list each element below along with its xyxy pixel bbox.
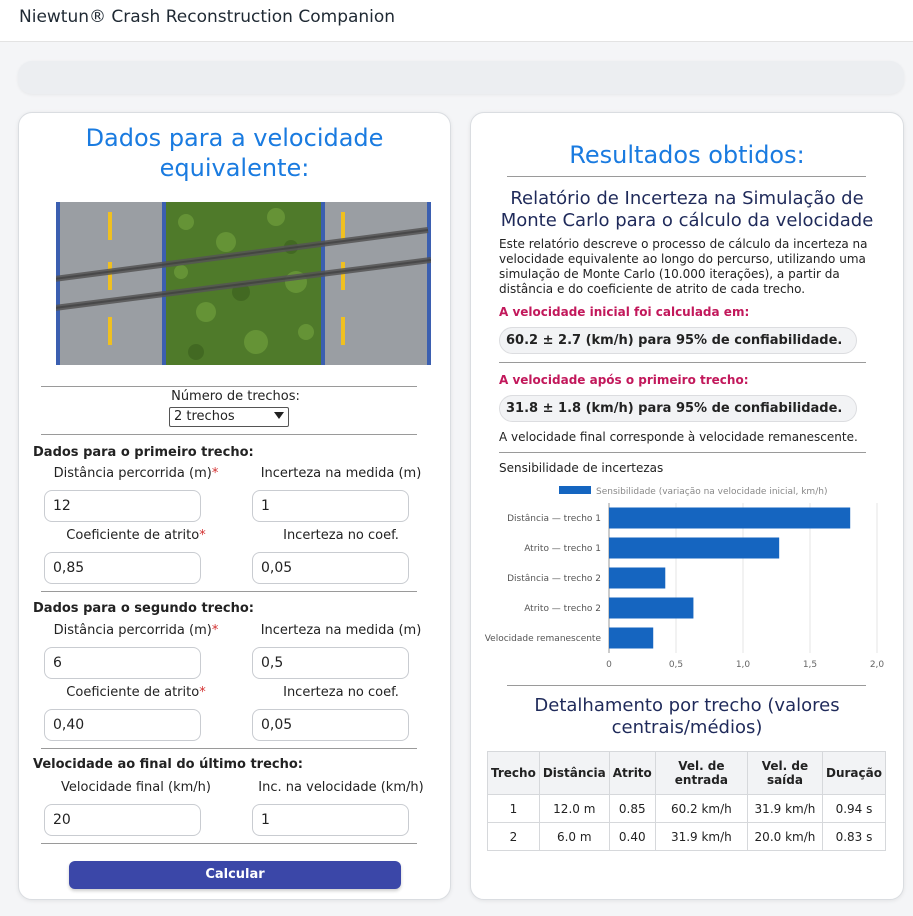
table-header: Duração [822,751,886,795]
table-cell: 2 [487,822,540,851]
table-row: 2 6.0 m 0.40 31.9 km/h 20.0 km/h 0.83 s [487,822,886,851]
table-header: Vel. de entrada [654,751,748,795]
category-label: Distância — trecho 1 [507,514,601,524]
road-skid-illustration [56,202,431,365]
x-tick-label: 1,0 [736,660,751,670]
bar [609,627,654,649]
sensitivity-title: Sensibilidade de incertezas [499,461,664,475]
initial-velocity-result: 60.2 ± 2.7 (km/h) para 95% de confiabili… [499,327,857,354]
x-tick-label: 1,5 [803,660,817,670]
section1-coef-label: Coeficiente de atrito* [66,528,206,543]
section1-incert-coef-label: Incerteza no coef. [283,528,399,543]
divider [41,748,417,749]
category-label: Atrito — trecho 2 [524,604,601,614]
divider [41,386,417,387]
category-label: Velocidade remanescente [485,634,602,644]
section2-dist-input[interactable]: 6 [44,647,201,679]
section1-coef-input[interactable]: 0,85 [44,552,201,584]
table-cell: 0.94 s [822,794,886,823]
num-trechos-label: Número de trechos: [171,389,300,404]
table-cell: 0.40 [608,822,656,851]
after-first-label: A velocidade após o primeiro trecho: [499,373,749,387]
table-cell: 12.0 m [538,794,610,823]
section2-incert-coef-label: Incerteza no coef. [283,685,399,700]
section1-dist-label: Distância percorrida (m)* [53,466,219,481]
sensitivity-chart: Sensibilidade (variação na velocidade in… [485,486,885,670]
input-panel-title: Dados para a velocidade equivalente: [85,124,384,182]
legend-label: Sensibilidade (variação na velocidade in… [596,487,827,497]
chevron-down-icon [274,412,284,419]
calculate-button[interactable]: Calcular [69,861,401,889]
results-panel: Resultados obtidos: Relatório de Incerte… [470,112,904,900]
bar [609,567,666,589]
section1-incert-coef-input[interactable]: 0,05 [252,552,409,584]
num-trechos-value: 2 trechos [174,409,235,424]
section2-coef-input[interactable]: 0,40 [44,709,201,741]
section2-incert-input[interactable]: 0,5 [252,647,409,679]
divider [507,176,866,177]
bar [609,537,780,559]
table-cell: 60.2 km/h [654,794,748,823]
x-tick-label: 0,5 [669,660,683,670]
category-label: Distância — trecho 2 [507,574,601,584]
divider [41,434,417,435]
initial-velocity-label: A velocidade inicial foi calculada em: [499,305,750,319]
status-bar [18,61,904,94]
final-vel-inc-label: Inc. na velocidade (km/h) [258,780,424,795]
num-trechos-select[interactable]: 2 trechos [169,407,289,427]
detail-table: Trecho Distância Atrito Vel. de entrada Vel.… [487,751,886,851]
section2-incert-coef-input[interactable]: 0,05 [252,709,409,741]
final-vel-inc-input[interactable]: 1 [252,804,409,836]
bar [609,507,851,529]
table-header: Distância [538,751,610,795]
divider [507,685,866,686]
table-cell: 0.85 [608,794,656,823]
divider [41,591,417,592]
table-cell: 0.83 s [822,822,886,851]
table-cell: 20.0 km/h [746,822,824,851]
report-title: Relatório de Incerteza na Simulação de M… [500,188,874,231]
divider [499,452,866,453]
section2-incert-label: Incerteza na medida (m) [260,623,422,638]
table-cell: 1 [487,794,540,823]
section1-incert-label: Incerteza na medida (m) [260,466,422,481]
section2-coef-label: Coeficiente de atrito* [66,685,206,700]
after-first-result: 31.8 ± 1.8 (km/h) para 95% de confiabili… [499,395,857,422]
table-header: Atrito [608,751,656,795]
table-header: Trecho [487,751,540,795]
table-cell: 6.0 m [538,822,610,851]
table-header: Vel. de saída [746,751,824,795]
category-label: Atrito — trecho 1 [524,544,601,554]
section1-dist-input[interactable]: 12 [44,490,201,522]
final-vel-input[interactable]: 20 [44,804,201,836]
table-cell: 31.9 km/h [746,794,824,823]
x-tick-label: 0 [606,660,612,670]
section1-incert-input[interactable]: 1 [252,490,409,522]
top-bar: Niewtun® Crash Reconstruction Companion [0,0,913,42]
section2-title: Dados para o segundo trecho: [33,601,254,616]
divider [41,843,417,844]
divider [499,362,866,363]
x-tick-label: 2,0 [870,660,885,670]
section1-title: Dados para o primeiro trecho: [33,445,254,460]
section3-title: Velocidade ao final do último trecho: [33,757,303,772]
detail-title: Detalhamento por trecho (valores centrai… [534,695,840,738]
input-panel: Dados para a velocidade equivalente: Núm… [18,112,451,900]
results-title: Resultados obtidos: [569,141,805,169]
table-cell: 31.9 km/h [654,822,748,851]
table-row: 1 12.0 m 0.85 60.2 km/h 31.9 km/h 0.94 s [487,794,886,823]
final-velocity-note: A velocidade final corresponde à velocid… [499,430,858,444]
section2-dist-label: Distância percorrida (m)* [53,623,219,638]
final-vel-label: Velocidade final (km/h) [61,780,211,795]
legend-swatch [559,486,591,494]
app-title: Niewtun® Crash Reconstruction Companion [19,7,396,27]
bar [609,597,694,619]
report-description: Este relatório descreve o processo de cá… [499,237,868,296]
